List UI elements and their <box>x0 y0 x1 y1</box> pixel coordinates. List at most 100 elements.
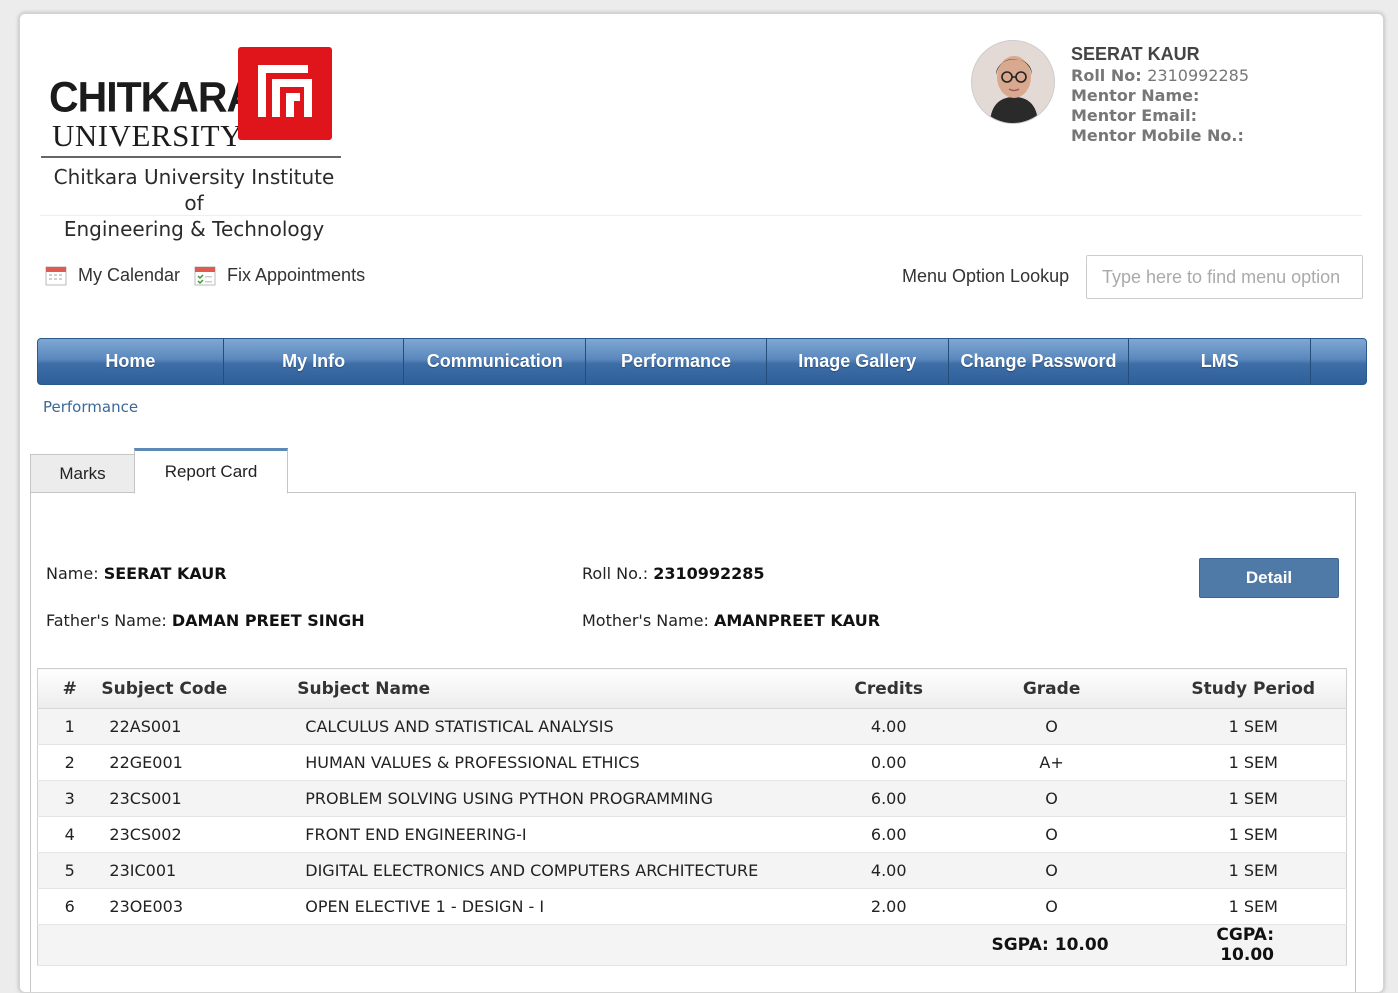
cell-subject-code: 23CS001 <box>101 780 298 817</box>
menu-lookup-input[interactable] <box>1086 255 1363 299</box>
header-study-period: Study Period <box>1160 668 1347 709</box>
student-name: Name: SEERAT KAUR <box>46 564 227 583</box>
student-roll-value: 2310992285 <box>653 564 765 583</box>
mentor-email-label: Mentor Email: <box>1071 106 1198 125</box>
profile-name: SEERAT KAUR <box>1071 44 1200 64</box>
cell-credits: 2.00 <box>834 888 943 925</box>
cell-study-period: 1 SEM <box>1160 888 1347 925</box>
logo-subtitle-line2: Engineering & Technology <box>63 217 325 241</box>
sgpa-value: SGPA: 10.00 <box>942 924 1161 966</box>
calendar-icon <box>45 264 67 286</box>
cell-grade: O <box>942 888 1161 925</box>
logo-subtitle-line1: Chitkara University Institute of <box>53 165 335 215</box>
detail-button[interactable]: Detail <box>1199 558 1339 598</box>
cell-grade: O <box>942 816 1161 853</box>
cell-credits: 4.00 <box>834 852 943 889</box>
my-calendar-link[interactable]: My Calendar <box>45 264 180 286</box>
my-calendar-label: My Calendar <box>78 264 181 285</box>
nav-communication[interactable]: Communication <box>404 339 587 384</box>
father-name-label: Father's Name: <box>46 611 167 630</box>
cell-subject-name: PROBLEM SOLVING USING PYTHON PROGRAMMING <box>297 780 835 817</box>
table-row: 4 23CS002 FRONT END ENGINEERING-I 6.00 O… <box>37 816 1347 853</box>
cell-subject-code: 23IC001 <box>101 852 298 889</box>
student-name-value: SEERAT KAUR <box>103 564 227 583</box>
mother-name-value: AMANPREET KAUR <box>713 611 881 630</box>
report-card-table: # Subject Code Subject Name Credits Grad… <box>37 668 1347 966</box>
header-credits: Credits <box>834 668 943 709</box>
logo-divider <box>41 156 341 158</box>
table-total-row: SGPA: 10.00 CGPA: 10.00 <box>37 924 1347 966</box>
fix-appointments-link[interactable]: Fix Appointments <box>194 264 365 286</box>
cell-index: 5 <box>37 852 102 889</box>
profile-roll-label: Roll No: <box>1071 66 1142 85</box>
table-row: 6 23OE003 OPEN ELECTIVE 1 - DESIGN - I 2… <box>37 888 1347 925</box>
cell-index: 4 <box>37 816 102 853</box>
nav-my-info[interactable]: My Info <box>224 339 405 384</box>
cell-index: 1 <box>37 708 102 745</box>
cgpa-value: CGPA: 10.00 <box>1160 924 1347 966</box>
mentor-name-label: Mentor Name: <box>1071 86 1200 105</box>
cell-index: 2 <box>37 744 102 781</box>
table-header-row: # Subject Code Subject Name Credits Grad… <box>37 668 1347 709</box>
header-subject-code: Subject Code <box>101 668 298 709</box>
student-roll: Roll No.: 2310992285 <box>582 564 765 583</box>
tab-report-card[interactable]: Report Card <box>134 448 288 494</box>
main-nav: Home My Info Communication Performance I… <box>37 338 1367 385</box>
table-row: 3 23CS001 PROBLEM SOLVING USING PYTHON P… <box>37 780 1347 817</box>
nav-image-gallery[interactable]: Image Gallery <box>767 339 949 384</box>
header-grade: Grade <box>942 668 1161 709</box>
menu-lookup-label: Menu Option Lookup <box>902 266 1070 286</box>
logo-word-chitkara: CHITKARA <box>49 72 256 122</box>
profile-roll: Roll No: 2310992285 <box>1071 66 1249 86</box>
cell-subject-code: 22AS001 <box>101 708 298 745</box>
header-subject-name: Subject Name <box>297 668 835 709</box>
table-row: 2 22GE001 HUMAN VALUES & PROFESSIONAL ET… <box>37 744 1347 781</box>
cell-subject-name: DIGITAL ELECTRONICS AND COMPUTERS ARCHIT… <box>297 852 835 889</box>
logo-subtitle: Chitkara University Institute of Enginee… <box>44 164 344 242</box>
cell-subject-name: OPEN ELECTIVE 1 - DESIGN - I <box>297 888 835 925</box>
cell-subject-code: 23OE003 <box>101 888 298 925</box>
nav-home[interactable]: Home <box>38 339 224 384</box>
avatar[interactable] <box>971 40 1055 124</box>
cell-study-period: 1 SEM <box>1160 816 1347 853</box>
header-index: # <box>37 668 102 709</box>
nav-lms[interactable]: LMS <box>1129 339 1312 384</box>
student-roll-label: Roll No.: <box>582 564 649 583</box>
mother-name-label: Mother's Name: <box>582 611 709 630</box>
university-logo[interactable]: CHITKARA UNIVERSITY Chitkara University … <box>40 44 345 241</box>
cell-study-period: 1 SEM <box>1160 708 1347 745</box>
cell-grade: A+ <box>942 744 1161 781</box>
nav-change-password[interactable]: Change Password <box>949 339 1130 384</box>
cell-subject-name: CALCULUS AND STATISTICAL ANALYSIS <box>297 708 835 745</box>
cell-study-period: 1 SEM <box>1160 780 1347 817</box>
father-name: Father's Name: DAMAN PREET SINGH <box>46 611 365 630</box>
cell-credits: 6.00 <box>834 780 943 817</box>
table-row: 1 22AS001 CALCULUS AND STATISTICAL ANALY… <box>37 708 1347 745</box>
logo-emblem <box>238 47 332 140</box>
profile-info: SEERAT KAUR Roll No: 2310992285 Mentor N… <box>1071 44 1249 146</box>
cell-study-period: 1 SEM <box>1160 852 1347 889</box>
cell-study-period: 1 SEM <box>1160 744 1347 781</box>
header-divider <box>40 215 1362 216</box>
nav-performance[interactable]: Performance <box>586 339 767 384</box>
cell-grade: O <box>942 852 1161 889</box>
profile-roll-value: 2310992285 <box>1147 66 1250 85</box>
cell-subject-name: HUMAN VALUES & PROFESSIONAL ETHICS <box>297 744 835 781</box>
page-container: CHITKARA UNIVERSITY Chitkara University … <box>19 13 1384 993</box>
cell-subject-code: 22GE001 <box>101 744 298 781</box>
breadcrumb[interactable]: Performance <box>43 398 138 416</box>
father-name-value: DAMAN PREET SINGH <box>171 611 365 630</box>
cell-subject-code: 23CS002 <box>101 816 298 853</box>
mentor-mobile-label: Mentor Mobile No.: <box>1071 126 1244 145</box>
cell-credits: 0.00 <box>834 744 943 781</box>
cell-credits: 4.00 <box>834 708 943 745</box>
mother-name: Mother's Name: AMANPREET KAUR <box>582 611 880 630</box>
fix-appointments-label: Fix Appointments <box>227 264 366 285</box>
tab-marks[interactable]: Marks <box>30 454 135 493</box>
cell-credits: 6.00 <box>834 816 943 853</box>
appointment-calendar-icon <box>194 264 216 286</box>
cell-subject-name: FRONT END ENGINEERING-I <box>297 816 835 853</box>
cell-index: 6 <box>37 888 102 925</box>
cell-grade: O <box>942 708 1161 745</box>
